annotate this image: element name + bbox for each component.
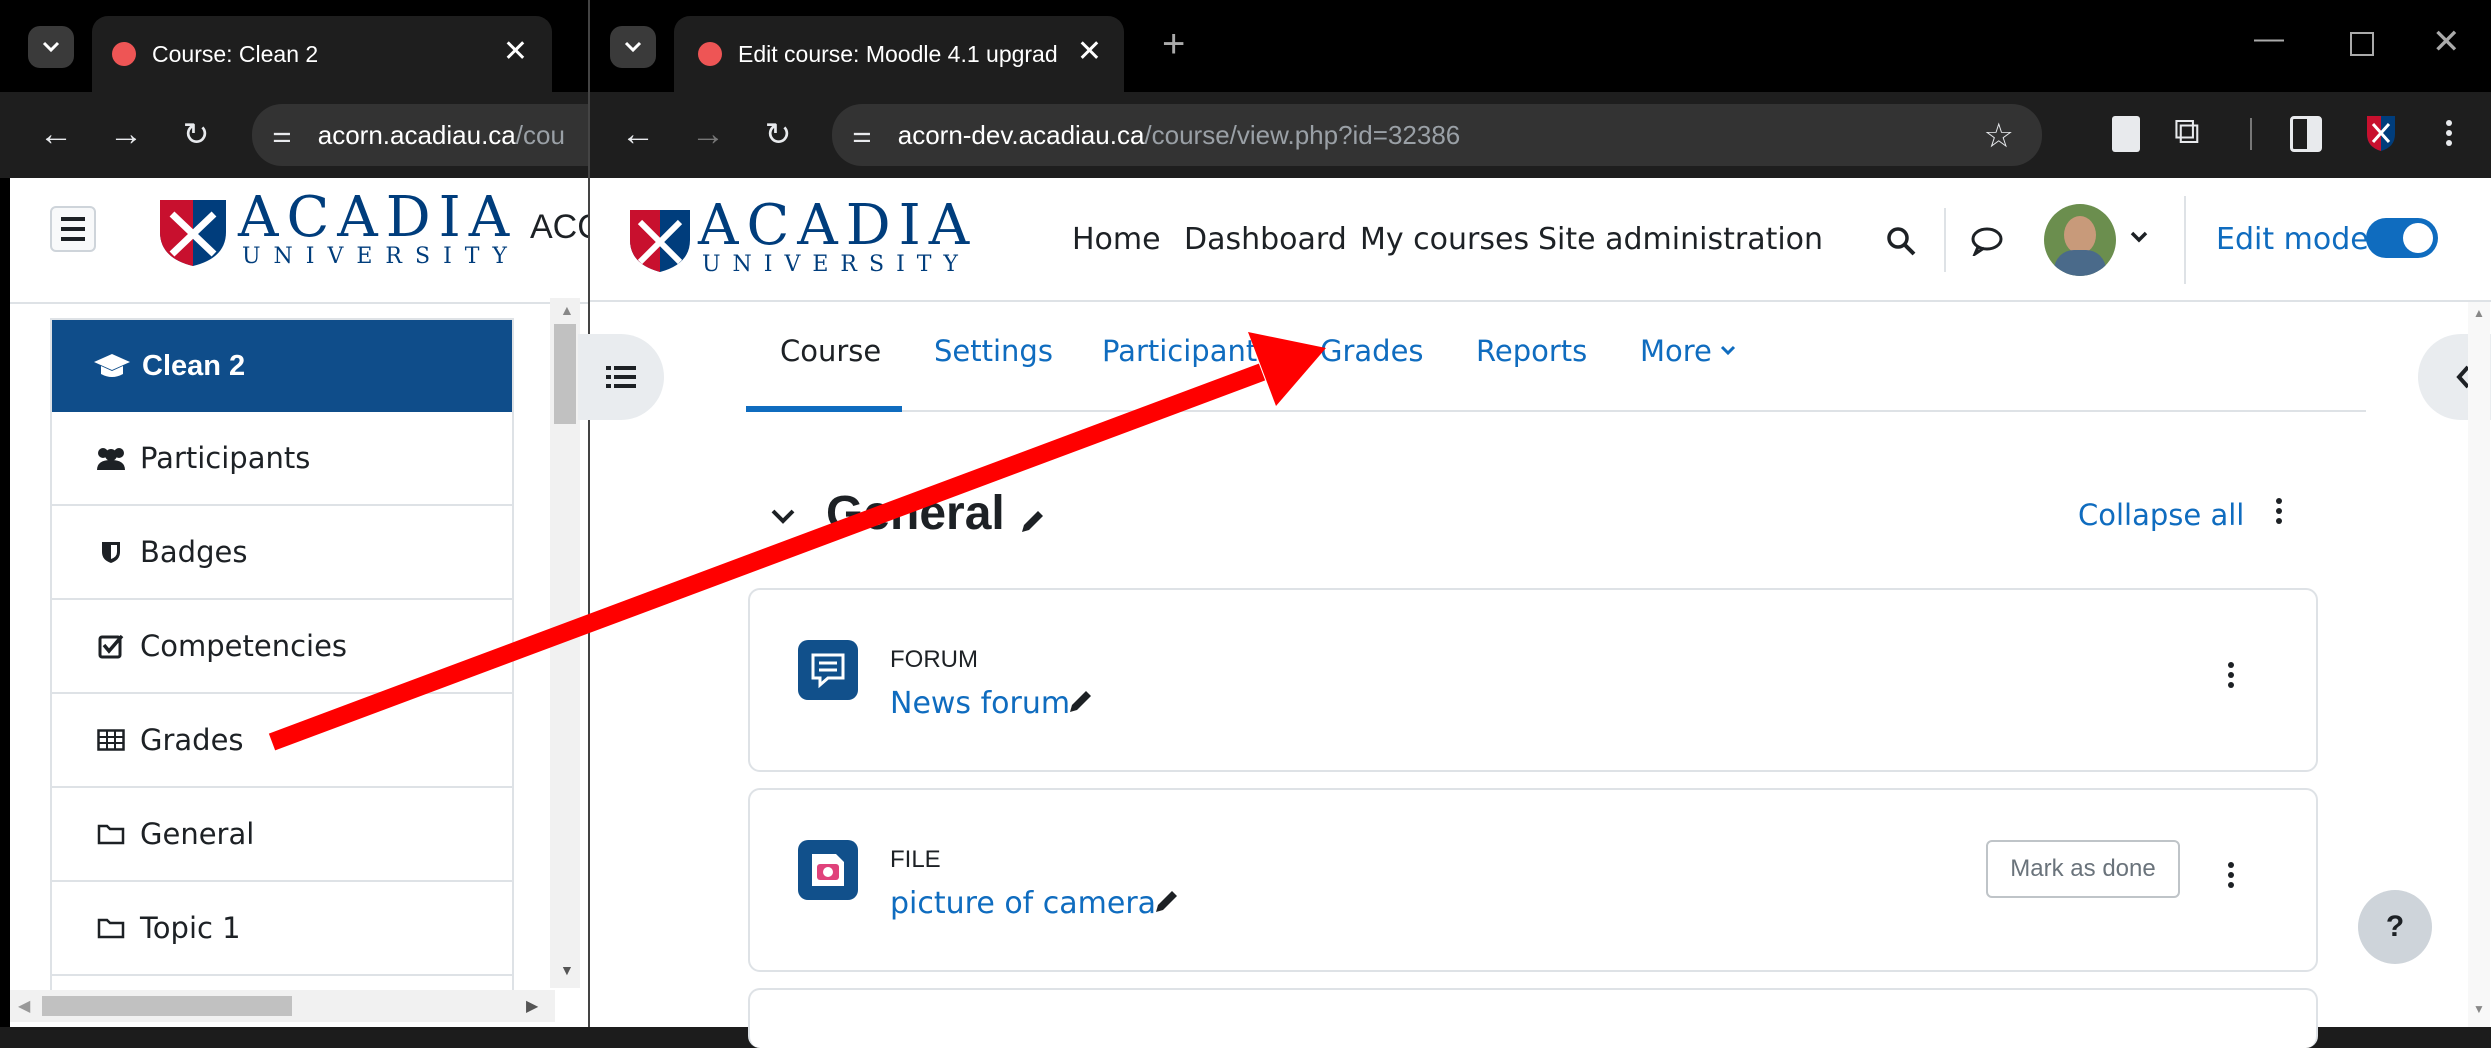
red-arrow-annotation	[268, 332, 1326, 751]
